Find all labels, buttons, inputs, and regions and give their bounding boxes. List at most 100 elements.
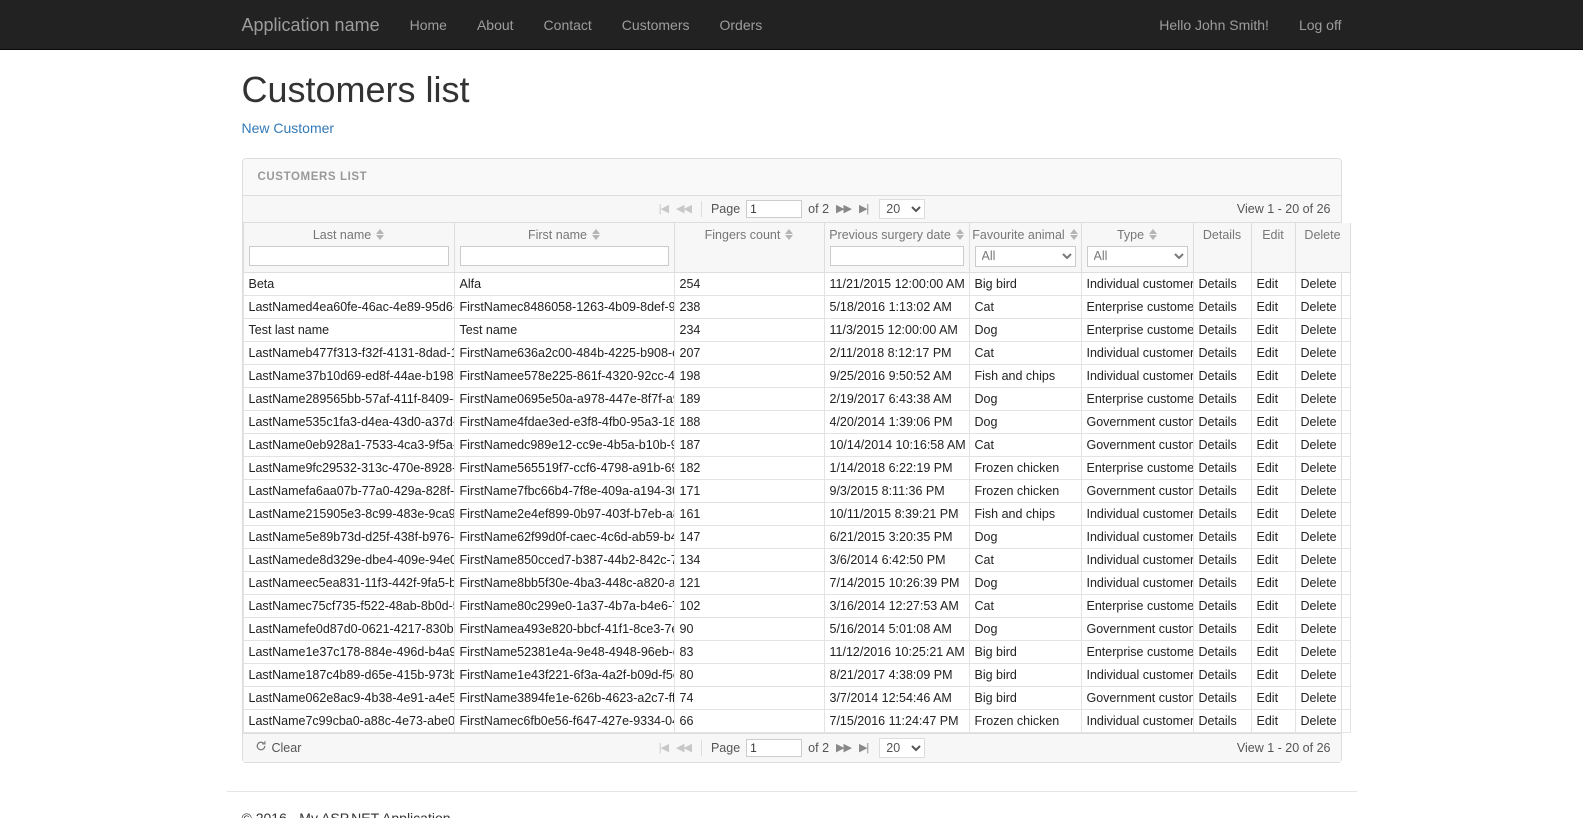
- col-header-last-name[interactable]: Last name: [242, 222, 455, 273]
- edit-link[interactable]: Edit: [1257, 714, 1279, 728]
- details-link[interactable]: Details: [1199, 553, 1237, 567]
- delete-link[interactable]: Delete: [1301, 622, 1337, 636]
- delete-link[interactable]: Delete: [1301, 668, 1337, 682]
- details-link[interactable]: Details: [1199, 622, 1237, 636]
- nav-link-contact[interactable]: Contact: [529, 0, 607, 49]
- user-greeting-link[interactable]: Hello John Smith!: [1144, 0, 1284, 49]
- delete-link[interactable]: Delete: [1301, 507, 1337, 521]
- details-link[interactable]: Details: [1199, 484, 1237, 498]
- clear-filters-button[interactable]: Clear: [251, 738, 306, 757]
- edit-link[interactable]: Edit: [1257, 461, 1279, 475]
- delete-link[interactable]: Delete: [1301, 438, 1337, 452]
- edit-link[interactable]: Edit: [1257, 622, 1279, 636]
- details-link[interactable]: Details: [1199, 645, 1237, 659]
- details-link[interactable]: Details: [1199, 369, 1237, 383]
- new-customer-link[interactable]: New Customer: [242, 120, 335, 136]
- log-off-link[interactable]: Log off: [1284, 0, 1357, 49]
- delete-link[interactable]: Delete: [1301, 553, 1337, 567]
- page-number-input-top[interactable]: [746, 199, 803, 218]
- edit-link[interactable]: Edit: [1257, 576, 1279, 590]
- nav-link-orders[interactable]: Orders: [704, 0, 777, 49]
- edit-link[interactable]: Edit: [1257, 484, 1279, 498]
- delete-link[interactable]: Delete: [1301, 714, 1337, 728]
- last-page-icon[interactable]: ▶|: [858, 741, 869, 754]
- brand-link[interactable]: Application name: [227, 0, 395, 49]
- page-number-input-bottom[interactable]: [746, 738, 803, 757]
- nav-link-customers[interactable]: Customers: [607, 0, 705, 49]
- details-link[interactable]: Details: [1199, 323, 1237, 337]
- page-size-select-top[interactable]: 5102050: [879, 198, 926, 219]
- filter-input-first-name[interactable]: [459, 245, 669, 266]
- edit-link[interactable]: Edit: [1257, 346, 1279, 360]
- delete-link[interactable]: Delete: [1301, 645, 1337, 659]
- edit-link[interactable]: Edit: [1257, 668, 1279, 682]
- col-header-favourite-animal[interactable]: Favourite animal AllBig birdCatDogFish a…: [968, 222, 1082, 273]
- delete-link[interactable]: Delete: [1301, 530, 1337, 544]
- delete-link[interactable]: Delete: [1301, 369, 1337, 383]
- sort-first-name[interactable]: First name: [455, 223, 674, 246]
- details-link[interactable]: Details: [1199, 438, 1237, 452]
- delete-link[interactable]: Delete: [1301, 691, 1337, 705]
- details-link[interactable]: Details: [1199, 415, 1237, 429]
- edit-link[interactable]: Edit: [1257, 438, 1279, 452]
- edit-link[interactable]: Edit: [1257, 415, 1279, 429]
- edit-link[interactable]: Edit: [1257, 645, 1279, 659]
- details-link[interactable]: Details: [1199, 530, 1237, 544]
- filter-select-favourite-animal[interactable]: AllBig birdCatDogFish and chipsFrozen ch…: [974, 245, 1076, 267]
- delete-link[interactable]: Delete: [1301, 484, 1337, 498]
- first-page-icon[interactable]: |◀: [658, 741, 669, 754]
- delete-link[interactable]: Delete: [1301, 599, 1337, 613]
- edit-link[interactable]: Edit: [1257, 507, 1279, 521]
- sort-last-name[interactable]: Last name: [244, 223, 454, 246]
- page-size-select-bottom[interactable]: 5102050: [879, 737, 926, 758]
- prev-page-icon[interactable]: ◀◀: [675, 202, 692, 215]
- next-page-icon[interactable]: ▶▶: [835, 202, 852, 215]
- edit-link[interactable]: Edit: [1257, 599, 1279, 613]
- prev-page-icon[interactable]: ◀◀: [675, 741, 692, 754]
- delete-link[interactable]: Delete: [1301, 461, 1337, 475]
- details-link[interactable]: Details: [1199, 507, 1237, 521]
- details-link[interactable]: Details: [1199, 461, 1237, 475]
- nav-link-about[interactable]: About: [462, 0, 529, 49]
- cell-details: Details: [1192, 685, 1252, 710]
- details-link[interactable]: Details: [1199, 691, 1237, 705]
- nav-link-home[interactable]: Home: [395, 0, 462, 49]
- sort-fingers-count[interactable]: Fingers count: [675, 223, 824, 246]
- details-link[interactable]: Details: [1199, 599, 1237, 613]
- delete-link[interactable]: Delete: [1301, 392, 1337, 406]
- edit-link[interactable]: Edit: [1257, 530, 1279, 544]
- delete-link[interactable]: Delete: [1301, 323, 1337, 337]
- details-link[interactable]: Details: [1199, 714, 1237, 728]
- edit-link[interactable]: Edit: [1257, 553, 1279, 567]
- last-page-icon[interactable]: ▶|: [858, 202, 869, 215]
- details-link[interactable]: Details: [1199, 277, 1237, 291]
- col-header-previous-surgery-date[interactable]: Previous surgery date: [823, 222, 970, 273]
- next-page-icon[interactable]: ▶▶: [835, 741, 852, 754]
- details-link[interactable]: Details: [1199, 392, 1237, 406]
- col-header-type[interactable]: Type AllIndividual customerEnterprise cu…: [1080, 222, 1194, 273]
- first-page-icon[interactable]: |◀: [658, 202, 669, 215]
- edit-link[interactable]: Edit: [1257, 300, 1279, 314]
- details-link[interactable]: Details: [1199, 576, 1237, 590]
- delete-link[interactable]: Delete: [1301, 576, 1337, 590]
- edit-link[interactable]: Edit: [1257, 277, 1279, 291]
- edit-link[interactable]: Edit: [1257, 323, 1279, 337]
- edit-link[interactable]: Edit: [1257, 691, 1279, 705]
- filter-input-previous-surgery-date[interactable]: [829, 245, 964, 266]
- sort-favourite-animal[interactable]: Favourite animal: [970, 223, 1081, 246]
- delete-link[interactable]: Delete: [1301, 346, 1337, 360]
- delete-link[interactable]: Delete: [1301, 277, 1337, 291]
- col-header-fingers-count[interactable]: Fingers count: [673, 222, 825, 273]
- details-link[interactable]: Details: [1199, 346, 1237, 360]
- details-link[interactable]: Details: [1199, 668, 1237, 682]
- filter-select-type[interactable]: AllIndividual customerEnterprise custome…: [1086, 245, 1188, 267]
- delete-link[interactable]: Delete: [1301, 415, 1337, 429]
- edit-link[interactable]: Edit: [1257, 369, 1279, 383]
- details-link[interactable]: Details: [1199, 300, 1237, 314]
- edit-link[interactable]: Edit: [1257, 392, 1279, 406]
- sort-type[interactable]: Type: [1082, 223, 1193, 246]
- delete-link[interactable]: Delete: [1301, 300, 1337, 314]
- filter-input-last-name[interactable]: [248, 245, 449, 266]
- sort-previous-surgery-date[interactable]: Previous surgery date: [825, 223, 969, 246]
- col-header-first-name[interactable]: First name: [453, 222, 675, 273]
